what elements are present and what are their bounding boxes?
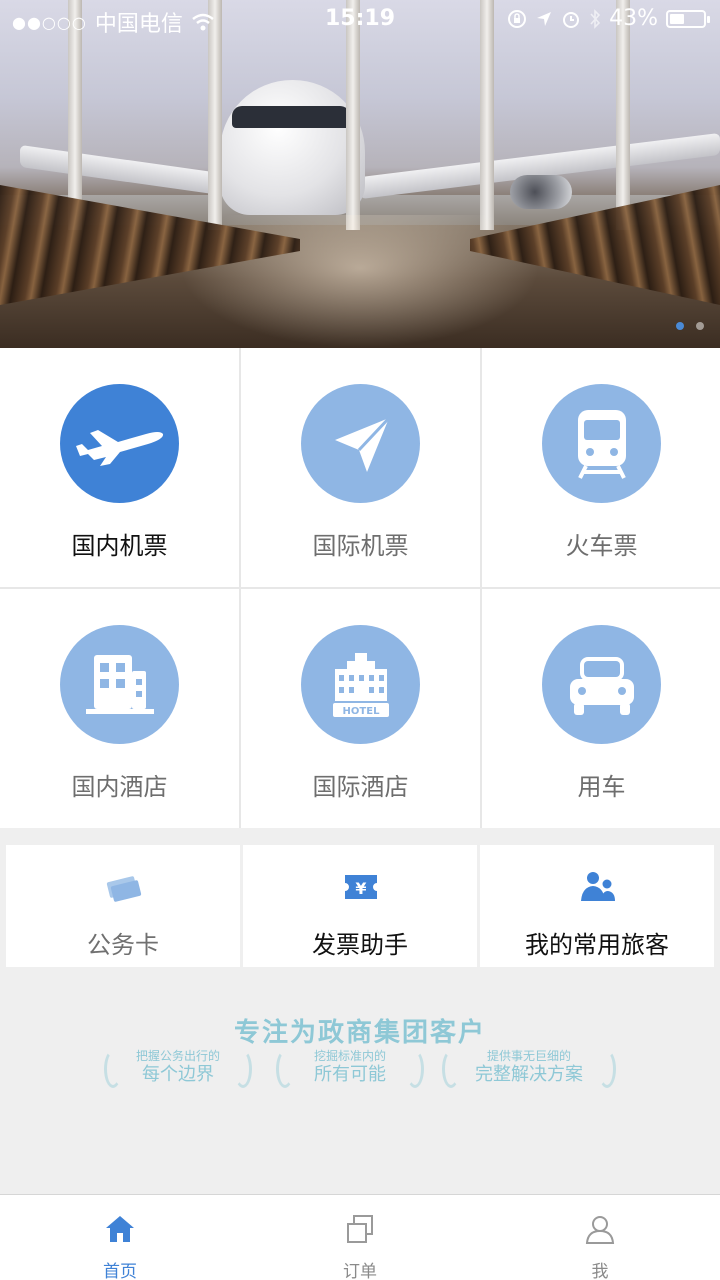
badge-small-text: 提供事无巨细的 [486, 1049, 571, 1063]
people-icon [581, 872, 615, 901]
battery-percent: 43% [609, 6, 658, 31]
laurel-left-icon [276, 1050, 294, 1088]
tab-home[interactable]: 首页 [0, 1195, 240, 1280]
plane-fuselage [220, 80, 365, 215]
status-bar: ●●○○○ 中国电信 15:19 43% [0, 0, 720, 38]
orders-icon [347, 1215, 373, 1243]
page-dot[interactable] [676, 322, 684, 330]
tool-invoice-helper[interactable]: ¥ 发票助手 [243, 845, 477, 967]
hotel-sign-text: HOTEL [343, 706, 381, 717]
laurel-left-icon [442, 1050, 460, 1088]
tool-label: 公务卡 [87, 931, 159, 959]
page-dot[interactable] [696, 322, 704, 330]
cards-icon [106, 876, 142, 902]
car-icon [542, 625, 661, 744]
laurel-right-icon [406, 1050, 424, 1088]
building-icon [60, 625, 179, 744]
yen-glyph: ¥ [355, 879, 366, 898]
service-label: 国内机票 [71, 532, 168, 560]
hero-banner[interactable] [0, 0, 720, 348]
service-label: 国际机票 [312, 532, 409, 560]
banner-pagination[interactable] [676, 322, 704, 330]
location-icon [537, 11, 552, 26]
badge-big-text: 每个边界 [142, 1064, 214, 1085]
bluetooth-icon [590, 8, 601, 29]
badge-big-text: 所有可能 [314, 1064, 386, 1085]
service-label: 火车票 [565, 532, 638, 560]
slogan-title: 专注为政商集团客户 [233, 1018, 486, 1048]
service-domestic-flight[interactable]: 国内机票 [0, 348, 239, 587]
service-label: 用车 [577, 773, 626, 801]
slogan-badge: 挖掘标准内的 所有可能 [276, 1048, 424, 1092]
orientation-lock-icon [508, 9, 527, 28]
badge-small-text: 挖掘标准内的 [313, 1049, 386, 1063]
tools-row: 公务卡 ¥ 发票助手 我的常用旅客 [6, 845, 714, 967]
tab-label: 首页 [103, 1262, 137, 1280]
badge-small-text: 把握公务出行的 [135, 1049, 220, 1063]
paper-plane-icon [301, 384, 420, 503]
slogan-badges: 把握公务出行的 每个边界 挖掘标准内的 所有可能 提供事无巨细的 完整解决方案 [104, 1048, 618, 1098]
battery-icon [666, 9, 710, 28]
airplane-icon [60, 384, 179, 503]
tool-label: 我的常用旅客 [525, 931, 669, 959]
service-international-flight[interactable]: 国际机票 [241, 348, 480, 587]
service-train[interactable]: 火车票 [482, 348, 720, 587]
plane-engine [510, 175, 572, 209]
train-icon [542, 384, 661, 503]
service-car[interactable]: 用车 [482, 589, 720, 828]
alarm-icon [563, 11, 580, 28]
plane-cockpit [232, 106, 350, 128]
laurel-left-icon [104, 1050, 122, 1088]
laurel-right-icon [234, 1050, 252, 1088]
battery-fill [670, 13, 684, 24]
tab-label: 订单 [343, 1262, 377, 1280]
home-icon [106, 1216, 134, 1242]
service-international-hotel[interactable]: HOTEL 国际酒店 [241, 589, 480, 828]
tab-orders[interactable]: 订单 [240, 1195, 480, 1280]
plane-wing-left [20, 144, 235, 198]
hotel-icon: HOTEL [301, 625, 420, 744]
tab-bar: 首页 订单 我 [0, 1194, 720, 1280]
laurel-right-icon [598, 1050, 616, 1088]
slogan-badge: 提供事无巨细的 完整解决方案 [442, 1048, 616, 1092]
service-label: 国内酒店 [71, 773, 168, 801]
ticket-yen-icon: ¥ [345, 875, 377, 899]
tool-label: 发票助手 [312, 931, 408, 959]
tab-label: 我 [591, 1262, 609, 1280]
service-label: 国际酒店 [312, 773, 409, 801]
tool-frequent-travelers[interactable]: 我的常用旅客 [480, 845, 714, 967]
badge-big-text: 完整解决方案 [475, 1064, 583, 1085]
service-domestic-hotel[interactable]: 国内酒店 [0, 589, 239, 828]
profile-icon [585, 1216, 615, 1244]
tab-profile[interactable]: 我 [480, 1195, 720, 1280]
slogan-badge: 把握公务出行的 每个边界 [104, 1048, 252, 1092]
service-grid: 国内机票 国际机票 火车票 国内酒店 HOTEL 国际酒店 用车 [0, 348, 720, 828]
tool-business-card[interactable]: 公务卡 [6, 845, 240, 967]
